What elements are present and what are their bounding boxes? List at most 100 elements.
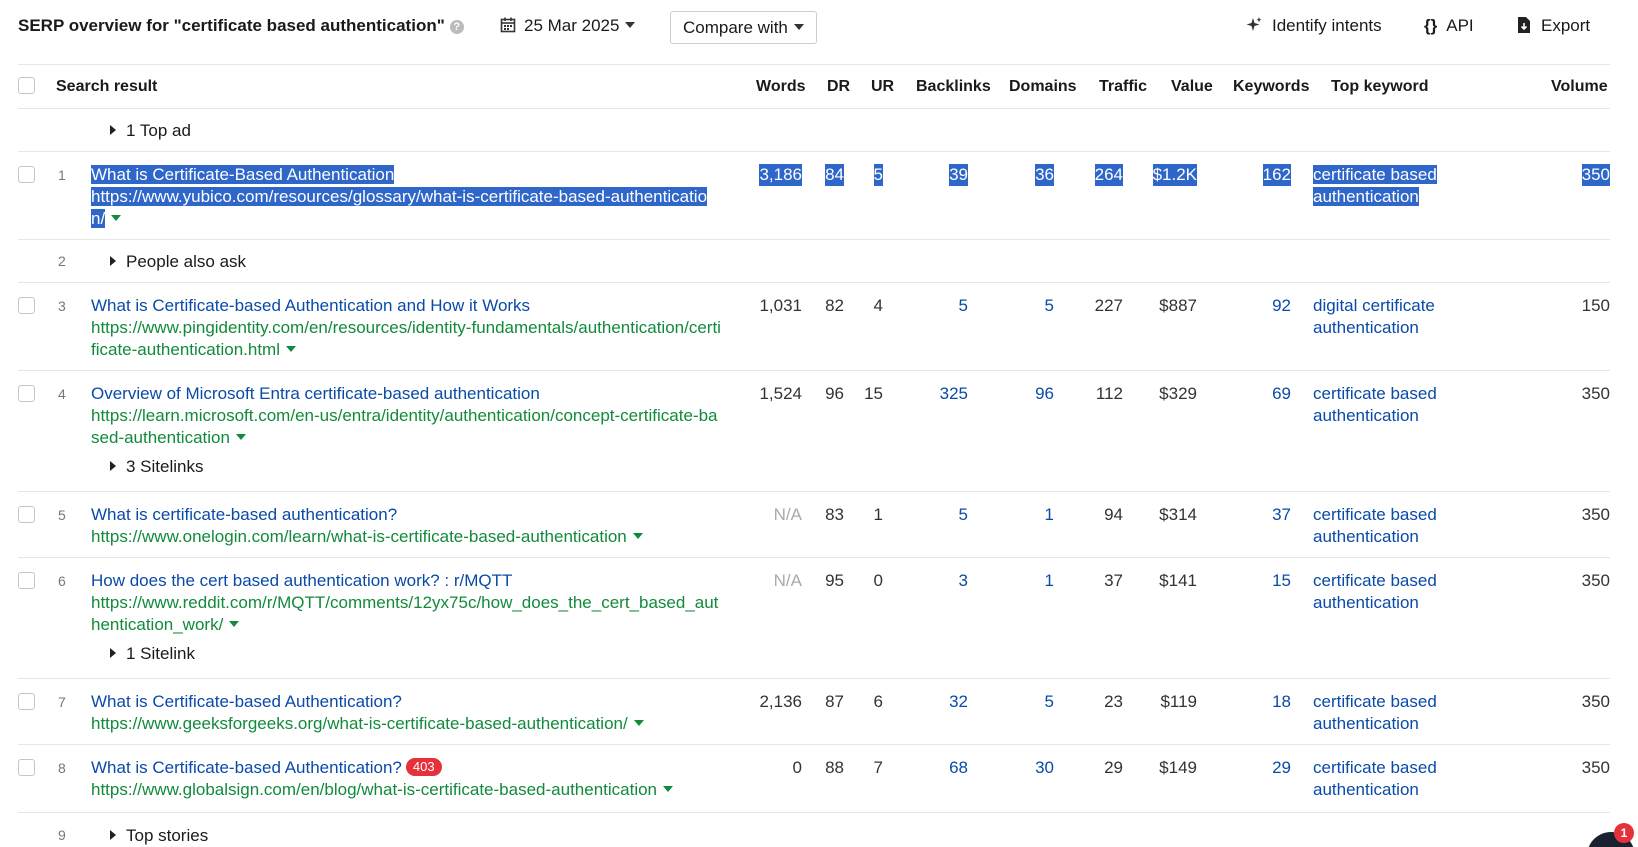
cell-keywords[interactable]: 69 bbox=[1272, 383, 1291, 405]
cell-domains[interactable]: 5 bbox=[1045, 691, 1054, 713]
feature-top-stories[interactable]: Top stories bbox=[91, 826, 208, 846]
cell-words: N/A bbox=[773, 571, 802, 590]
cell-domains[interactable]: 5 bbox=[1045, 295, 1054, 317]
col-ur[interactable]: UR bbox=[871, 78, 894, 96]
result-url-link[interactable]: https://www.reddit.com/r/MQTT/comments/1… bbox=[91, 593, 718, 634]
col-traffic[interactable]: Traffic bbox=[1099, 78, 1147, 96]
help-icon[interactable]: ? bbox=[449, 20, 464, 34]
result-title-link[interactable]: What is Certificate-based Authentication… bbox=[91, 691, 721, 713]
cell-top-keyword[interactable]: certificate based authentication bbox=[1313, 570, 1473, 614]
cell-words: 3,186 bbox=[759, 164, 802, 186]
select-all-checkbox[interactable] bbox=[18, 77, 35, 94]
result-url-link[interactable]: https://www.geeksforgeeks.org/what-is-ce… bbox=[91, 714, 628, 733]
cell-top-keyword[interactable]: certificate based authentication bbox=[1313, 691, 1473, 735]
cell-domains[interactable]: 96 bbox=[1035, 383, 1054, 405]
row-checkbox[interactable] bbox=[18, 506, 35, 523]
cell-traffic: 37 bbox=[1104, 571, 1123, 590]
cell-backlinks[interactable]: 5 bbox=[959, 504, 968, 526]
cell-traffic: 94 bbox=[1104, 505, 1123, 524]
result-title-link[interactable]: How does the cert based authentication w… bbox=[91, 570, 721, 592]
row-checkbox[interactable] bbox=[18, 385, 35, 402]
cell-top-keyword[interactable]: certificate based authentication bbox=[1313, 383, 1473, 427]
cell-backlinks[interactable]: 68 bbox=[949, 757, 968, 779]
feature-sitelinks[interactable]: 3 Sitelinks bbox=[72, 457, 203, 477]
col-volume[interactable]: Volume bbox=[1551, 78, 1608, 96]
col-top-keyword[interactable]: Top keyword bbox=[1331, 78, 1429, 96]
row-position: 7 bbox=[58, 694, 66, 710]
result-title-link[interactable]: What is certificate-based authentication… bbox=[91, 504, 721, 526]
cell-keywords[interactable]: 37 bbox=[1272, 504, 1291, 526]
api-button[interactable]: {} API bbox=[1424, 16, 1474, 36]
cell-dr: 95 bbox=[825, 571, 844, 590]
col-words[interactable]: Words bbox=[756, 78, 805, 96]
chevron-down-icon[interactable] bbox=[663, 786, 674, 792]
cell-volume: 350 bbox=[1581, 505, 1610, 524]
table-row: 5 What is certificate-based authenticati… bbox=[18, 492, 1610, 558]
result-title-link[interactable]: What is Certificate-Based Authentication bbox=[91, 165, 395, 184]
chevron-down-icon[interactable] bbox=[286, 346, 296, 352]
row-checkbox[interactable] bbox=[18, 759, 35, 776]
col-search-result[interactable]: Search result bbox=[56, 78, 157, 96]
cell-volume: 350 bbox=[1581, 692, 1610, 711]
compare-with-button[interactable]: Compare with bbox=[670, 11, 817, 44]
cell-domains[interactable]: 1 bbox=[1045, 504, 1054, 526]
col-domains[interactable]: Domains bbox=[1009, 78, 1077, 96]
date-label: 25 Mar 2025 bbox=[524, 16, 620, 35]
chevron-down-icon[interactable] bbox=[633, 720, 644, 726]
row-checkbox[interactable] bbox=[18, 693, 35, 710]
feature-people-also-ask[interactable]: People also ask bbox=[91, 252, 246, 272]
col-backlinks[interactable]: Backlinks bbox=[916, 78, 991, 96]
cell-domains[interactable]: 1 bbox=[1045, 570, 1054, 592]
cell-backlinks[interactable]: 325 bbox=[940, 383, 968, 405]
date-picker[interactable]: 25 Mar 2025 bbox=[500, 16, 636, 36]
cell-keywords[interactable]: 29 bbox=[1272, 757, 1291, 779]
row-position: 9 bbox=[58, 827, 66, 843]
row-checkbox[interactable] bbox=[18, 572, 35, 589]
col-dr[interactable]: DR bbox=[827, 78, 850, 96]
result-title-link[interactable]: Overview of Microsoft Entra certificate-… bbox=[91, 383, 721, 405]
cell-top-keyword[interactable]: certificate based authentication bbox=[1313, 164, 1473, 208]
chevron-down-icon[interactable] bbox=[632, 533, 643, 539]
cell-words: N/A bbox=[773, 505, 802, 524]
result-title-link[interactable]: What is Certificate-based Authentication… bbox=[91, 758, 402, 777]
cell-backlinks[interactable]: 5 bbox=[959, 295, 968, 317]
cell-top-keyword[interactable]: certificate based authentication bbox=[1313, 757, 1473, 801]
chevron-down-icon[interactable] bbox=[111, 215, 122, 221]
feature-sitelinks[interactable]: 1 Sitelink bbox=[72, 644, 195, 664]
cell-value: $119 bbox=[1160, 692, 1197, 711]
identify-intents-button[interactable]: Identify intents bbox=[1245, 16, 1382, 36]
col-value[interactable]: Value bbox=[1171, 78, 1213, 96]
result-url-link[interactable]: https://learn.microsoft.com/en-us/entra/… bbox=[91, 406, 717, 447]
row-position: 5 bbox=[58, 507, 66, 523]
row-position: 1 bbox=[58, 167, 66, 183]
result-url-link[interactable]: https://www.onelogin.com/learn/what-is-c… bbox=[91, 527, 627, 546]
chevron-down-icon[interactable] bbox=[235, 434, 246, 440]
cell-top-keyword[interactable]: certificate based authentication bbox=[1313, 504, 1473, 548]
cell-dr: 84 bbox=[825, 164, 844, 186]
row-checkbox[interactable] bbox=[18, 297, 35, 314]
cell-backlinks[interactable]: 3 bbox=[959, 570, 968, 592]
cell-domains[interactable]: 36 bbox=[1035, 164, 1054, 186]
cell-backlinks[interactable]: 39 bbox=[949, 164, 968, 186]
result-title-link[interactable]: What is Certificate-based Authentication… bbox=[91, 295, 721, 317]
result-url-link[interactable]: https://www.globalsign.com/en/blog/what-… bbox=[91, 780, 657, 799]
chevron-down-icon[interactable] bbox=[229, 621, 240, 627]
row-checkbox[interactable] bbox=[18, 166, 35, 183]
expand-triangle-icon bbox=[110, 256, 116, 266]
result-url-link[interactable]: https://www.pingidentity.com/en/resource… bbox=[91, 318, 721, 359]
col-keywords[interactable]: Keywords bbox=[1233, 78, 1309, 96]
cell-keywords[interactable]: 18 bbox=[1272, 691, 1291, 713]
cell-dr: 87 bbox=[825, 692, 844, 711]
cell-ur: 7 bbox=[873, 758, 883, 777]
cell-keywords[interactable]: 162 bbox=[1262, 164, 1291, 186]
cell-keywords[interactable]: 15 bbox=[1272, 570, 1291, 592]
export-button[interactable]: Export bbox=[1516, 16, 1590, 36]
cell-keywords[interactable]: 92 bbox=[1272, 295, 1291, 317]
cell-backlinks[interactable]: 32 bbox=[949, 691, 968, 713]
cell-domains[interactable]: 30 bbox=[1035, 757, 1054, 779]
result-url-link[interactable]: https://www.yubico.com/resources/glossar… bbox=[91, 187, 708, 228]
cell-volume: 350 bbox=[1581, 758, 1610, 777]
expand-triangle-icon bbox=[110, 830, 116, 840]
cell-top-keyword[interactable]: digital certificate authentication bbox=[1313, 295, 1473, 339]
feature-top-ad[interactable]: 1 Top ad bbox=[91, 121, 191, 141]
